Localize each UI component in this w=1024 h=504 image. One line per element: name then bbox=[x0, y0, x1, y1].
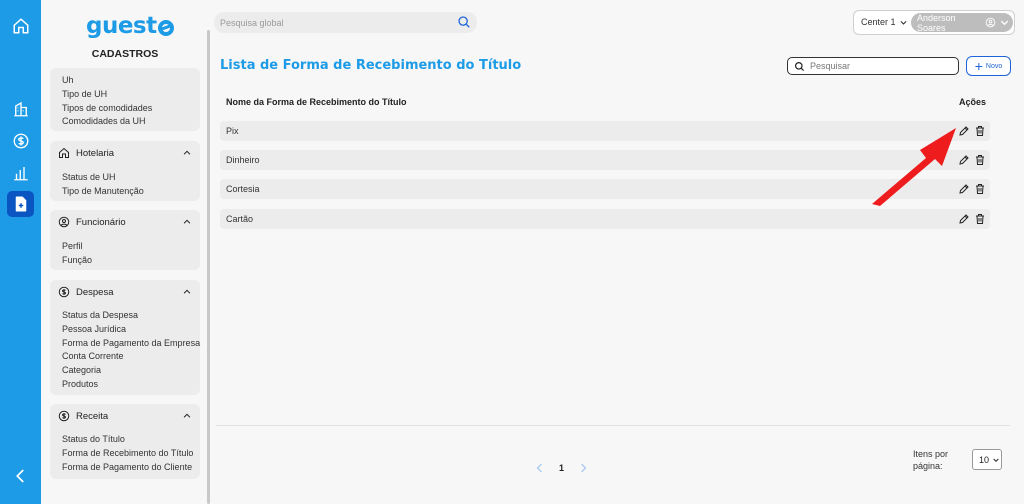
dollar-circle-icon bbox=[58, 286, 70, 298]
sidebar-item-produtos[interactable]: Produtos bbox=[50, 378, 200, 392]
trash-icon[interactable] bbox=[974, 154, 986, 166]
table-cell-name: Pix bbox=[226, 126, 239, 136]
chevron-left-icon[interactable] bbox=[7, 463, 34, 489]
home-icon[interactable] bbox=[7, 13, 34, 39]
sidebar-item-tipos-de-comodidades[interactable]: Tipos de comodidades bbox=[50, 102, 200, 116]
user-circle-icon bbox=[985, 17, 996, 28]
column-header-name: Nome da Forma de Recebimento do Título bbox=[226, 97, 407, 107]
sidebar-group-hotelaria: Hotelaria Status de UH Tipo de Manutençã… bbox=[50, 141, 200, 201]
search-icon[interactable] bbox=[457, 15, 471, 29]
sidebar-item-perfil[interactable]: Perfil bbox=[50, 240, 200, 254]
logo-mark bbox=[157, 20, 174, 36]
page-title: Lista de Forma de Recebimento do Título bbox=[220, 58, 522, 73]
items-per-page-select[interactable]: 10 bbox=[972, 449, 1002, 470]
global-search bbox=[214, 12, 477, 33]
sidebar-scrollbar[interactable] bbox=[207, 30, 210, 504]
sidebar-group-label: Receita bbox=[76, 410, 109, 422]
chevron-left-icon[interactable] bbox=[534, 461, 546, 475]
user-menu[interactable]: Anderson Soares bbox=[911, 12, 1013, 33]
table-row: Cartão bbox=[220, 209, 990, 229]
annotation-arrow-icon bbox=[872, 128, 956, 206]
items-per-page-value: 10 bbox=[979, 454, 990, 465]
table-cell-name: Cortesia bbox=[226, 184, 260, 194]
sidebar-group-header[interactable]: Funcionário bbox=[50, 210, 200, 234]
nav-rail bbox=[0, 0, 41, 504]
list-search bbox=[787, 57, 959, 75]
chart-bar-icon[interactable] bbox=[7, 160, 34, 186]
building-icon[interactable] bbox=[7, 96, 34, 122]
sidebar-item-status-do-titulo[interactable]: Status do Título bbox=[50, 433, 200, 447]
sidebar-group-header[interactable]: Hotelaria bbox=[50, 141, 200, 165]
logo: guest bbox=[86, 10, 174, 42]
sidebar-group-receita: Receita Status do Título Forma de Recebi… bbox=[50, 404, 200, 479]
sidebar-item-pessoa-juridica[interactable]: Pessoa Jurídica bbox=[50, 323, 200, 337]
chevron-up-icon[interactable] bbox=[182, 411, 192, 421]
document-add-icon[interactable] bbox=[7, 191, 34, 217]
sidebar-group-header[interactable]: Despesa bbox=[50, 280, 200, 304]
sidebar-item-forma-de-recebimento-do-titulo[interactable]: Forma de Recebimento do Título bbox=[50, 447, 200, 461]
sidebar-item-categoria[interactable]: Categoria bbox=[50, 364, 200, 378]
chevron-up-icon[interactable] bbox=[182, 217, 192, 227]
search-icon bbox=[795, 62, 805, 72]
sidebar-group-funcionario: Funcionário Perfil Função bbox=[50, 210, 200, 270]
chevron-up-icon[interactable] bbox=[182, 148, 192, 158]
sidebar-item-comodidades-da-uh[interactable]: Comodidades da UH bbox=[50, 115, 200, 129]
sidebar-group-label: Despesa bbox=[76, 286, 114, 298]
sidebar-item-conta-corrente[interactable]: Conta Corrente bbox=[50, 350, 200, 364]
sidebar-item-tipo-de-uh[interactable]: Tipo de UH bbox=[50, 88, 200, 102]
dollar-circle-icon bbox=[58, 410, 70, 422]
chevron-right-icon[interactable] bbox=[577, 461, 589, 475]
user-name: Anderson Soares bbox=[917, 12, 956, 33]
user-circle-icon bbox=[58, 216, 70, 228]
sidebar-item-forma-de-pagamento-do-cliente[interactable]: Forma de Pagamento do Cliente bbox=[50, 461, 200, 475]
sidebar-item-tipo-de-manutencao[interactable]: Tipo de Manutenção bbox=[50, 185, 200, 199]
center-select-value: Center 1 bbox=[861, 17, 896, 27]
sidebar-group-header[interactable]: Receita bbox=[50, 404, 200, 428]
sidebar-item-status-de-uh[interactable]: Status de UH bbox=[50, 171, 200, 185]
pagination-current-page[interactable]: 1 bbox=[559, 463, 564, 473]
items-per-page-label: Itens por página: bbox=[913, 449, 949, 471]
sidebar-item-funcao[interactable]: Função bbox=[50, 254, 200, 268]
sidebar-group-label: Hotelaria bbox=[76, 147, 115, 159]
sidebar: guest CADASTROS Uh Tipo de UH Tipos de c… bbox=[41, 0, 209, 504]
sidebar-group-label: Funcionário bbox=[76, 216, 126, 228]
chevron-down-icon bbox=[993, 458, 999, 462]
list-search-input[interactable] bbox=[810, 60, 950, 72]
home-icon bbox=[59, 147, 69, 158]
sidebar-item-forma-de-pagamento-da-empresa[interactable]: Forma de Pagamento da Empresa bbox=[50, 337, 200, 351]
sidebar-group-despesa: Despesa Status da Despesa Pessoa Jurídic… bbox=[50, 280, 200, 395]
chevron-up-icon[interactable] bbox=[182, 287, 192, 297]
center-select[interactable]: Center 1 bbox=[861, 17, 908, 27]
trash-icon[interactable] bbox=[974, 125, 986, 137]
sidebar-section-title: CADASTROS bbox=[91, 48, 159, 60]
sidebar-group-uh: Uh Tipo de UH Tipos de comodidades Comod… bbox=[50, 68, 200, 131]
new-button[interactable]: + Novo bbox=[966, 56, 1011, 76]
logo-text: guest bbox=[86, 13, 157, 39]
table-cell-name: Cartão bbox=[226, 214, 254, 224]
dollar-circle-icon[interactable] bbox=[7, 128, 34, 154]
plus-icon: + bbox=[974, 58, 983, 74]
chevron-down-icon bbox=[1000, 20, 1009, 26]
table-cell-name: Dinheiro bbox=[226, 155, 260, 165]
sidebar-item-uh[interactable]: Uh bbox=[50, 74, 200, 88]
global-search-input[interactable] bbox=[220, 15, 450, 30]
trash-icon[interactable] bbox=[974, 183, 986, 195]
account-bar: Center 1 Anderson Soares bbox=[853, 10, 1015, 35]
column-header-actions: Ações bbox=[959, 97, 987, 107]
chevron-down-icon bbox=[900, 20, 907, 25]
new-button-label: Novo bbox=[985, 62, 1003, 70]
sidebar-item-status-da-despesa[interactable]: Status da Despesa bbox=[50, 309, 200, 323]
pencil-icon[interactable] bbox=[958, 213, 970, 225]
trash-icon[interactable] bbox=[974, 213, 986, 225]
footer-divider bbox=[216, 425, 1010, 426]
